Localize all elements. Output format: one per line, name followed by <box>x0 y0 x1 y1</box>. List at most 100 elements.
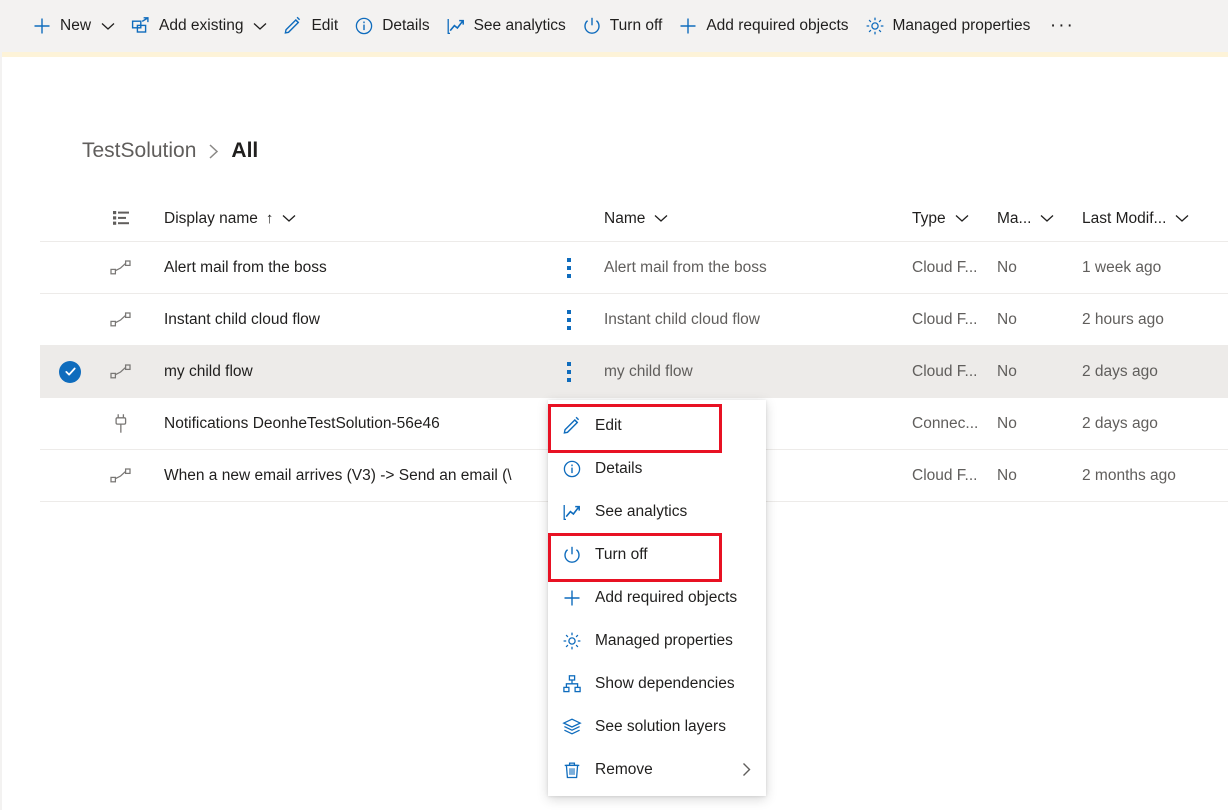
row-type-icon <box>100 413 142 435</box>
connection-reference-icon <box>112 413 130 435</box>
row-type: Cloud F... <box>912 311 997 329</box>
row-name: Alert mail from the boss <box>592 259 912 277</box>
cloud-flow-icon <box>110 467 132 485</box>
chevron-right-icon <box>207 143 220 160</box>
context-menu-item-label: Show dependencies <box>595 675 735 693</box>
context-menu-item-see-analytics[interactable]: See analytics <box>548 490 766 533</box>
row-last-modified: 2 months ago <box>1082 467 1228 485</box>
row-more-actions-button[interactable] <box>546 310 592 330</box>
info-icon <box>562 459 582 479</box>
row-display-name[interactable]: my child flow <box>142 363 546 381</box>
chevron-down-icon[interactable] <box>1040 214 1054 223</box>
check-icon <box>64 365 77 378</box>
column-header-name-label: Name <box>604 210 645 228</box>
info-icon <box>354 16 374 36</box>
column-header-managed-label: Ma... <box>997 210 1031 228</box>
command-details[interactable]: Details <box>346 6 437 46</box>
command-edit[interactable]: Edit <box>275 6 346 46</box>
info-icon <box>354 16 374 36</box>
chevron-down-icon[interactable] <box>282 214 296 223</box>
column-header-name[interactable]: Name <box>592 196 912 241</box>
power-icon <box>582 16 602 36</box>
context-menu-item-see-solution-layers[interactable]: See solution layers <box>548 705 766 748</box>
chevron-down-icon[interactable] <box>253 22 267 31</box>
breadcrumb-parent[interactable]: TestSolution <box>82 139 196 163</box>
context-menu-item-details[interactable]: Details <box>548 447 766 490</box>
context-menu-item-label: See analytics <box>595 503 687 521</box>
context-menu-item-label: Edit <box>595 417 622 435</box>
context-menu-item-edit[interactable]: Edit <box>548 404 766 447</box>
trash-icon <box>562 760 588 780</box>
context-menu-item-label: Managed properties <box>595 632 733 650</box>
cloud-flow-icon <box>110 311 132 329</box>
trash-icon <box>562 760 582 780</box>
row-display-name[interactable]: Notifications DeonheTestSolution-56e46 <box>142 415 546 433</box>
command-label: See analytics <box>474 17 566 35</box>
context-menu-item-label: Details <box>595 460 642 478</box>
column-header-display-name-label: Display name <box>164 210 258 228</box>
dependencies-icon <box>562 674 588 694</box>
command-label: Turn off <box>610 17 663 35</box>
table-row[interactable]: Alert mail from the boss Alert mail from … <box>40 242 1228 294</box>
more-vertical-icon[interactable] <box>567 362 571 382</box>
analytics-icon <box>446 16 466 36</box>
row-display-name[interactable]: Alert mail from the boss <box>142 259 546 277</box>
layers-icon <box>562 717 582 737</box>
row-managed: No <box>997 259 1082 277</box>
chevron-down-icon[interactable] <box>1175 214 1189 223</box>
context-menu-item-remove[interactable]: Remove <box>548 748 766 791</box>
table-header-row: Display name ↑ Name Type Ma... La <box>40 196 1228 242</box>
gear-icon <box>562 631 582 651</box>
chevron-down-icon[interactable] <box>101 22 115 31</box>
select-all-cell <box>40 196 100 241</box>
row-selected-check[interactable] <box>59 361 81 383</box>
column-options-button[interactable] <box>100 196 142 241</box>
breadcrumb: TestSolution All <box>82 132 258 170</box>
add-existing-icon <box>131 16 151 36</box>
plus-icon <box>562 588 588 608</box>
row-more-actions-button[interactable] <box>546 362 592 382</box>
row-display-name[interactable]: Instant child cloud flow <box>142 311 546 329</box>
row-display-name[interactable]: When a new email arrives (V3) -> Send an… <box>142 467 546 485</box>
power-icon <box>562 545 582 565</box>
chevron-down-icon[interactable] <box>654 214 668 223</box>
chevron-down-icon <box>101 22 115 31</box>
gear-icon <box>865 16 885 36</box>
info-icon <box>562 459 588 479</box>
column-header-managed[interactable]: Ma... <box>997 196 1082 241</box>
pencil-icon <box>283 16 303 36</box>
command-add-required-objects[interactable]: Add required objects <box>670 6 856 46</box>
command-overflow-button[interactable]: ··· <box>1044 8 1080 44</box>
context-menu-item-label: See solution layers <box>595 718 726 736</box>
chevron-right-small-icon[interactable] <box>741 762 752 777</box>
context-menu-item-managed-properties[interactable]: Managed properties <box>548 619 766 662</box>
context-menu-item-turn-off[interactable]: Turn off <box>548 533 766 576</box>
table-row[interactable]: Instant child cloud flowInstant child cl… <box>40 294 1228 346</box>
more-vertical-icon[interactable] <box>567 310 571 330</box>
command-managed-properties[interactable]: Managed properties <box>857 6 1039 46</box>
plus-icon <box>32 16 52 36</box>
command-see-analytics[interactable]: See analytics <box>438 6 574 46</box>
command-new[interactable]: New <box>24 6 123 46</box>
more-vertical-icon[interactable] <box>567 258 571 278</box>
chevron-down-icon[interactable] <box>955 214 969 223</box>
context-menu-item-show-dependencies[interactable]: Show dependencies <box>548 662 766 705</box>
command-label: Add required objects <box>706 17 848 35</box>
pencil-icon <box>283 16 303 36</box>
table-row[interactable]: my child flowmy child flowCloud F...No2 … <box>40 346 1228 398</box>
gear-icon <box>865 16 885 36</box>
power-icon <box>582 16 602 36</box>
row-managed: No <box>997 363 1082 381</box>
command-add-existing[interactable]: Add existing <box>123 6 275 46</box>
row-checkbox[interactable] <box>40 361 100 383</box>
chevron-right-small-icon <box>741 762 752 777</box>
column-header-last-modified[interactable]: Last Modif... <box>1082 196 1228 241</box>
sort-ascending-icon: ↑ <box>266 210 274 227</box>
column-header-type[interactable]: Type <box>912 196 997 241</box>
row-type-icon <box>100 259 142 277</box>
context-menu-item-add-required-objects[interactable]: Add required objects <box>548 576 766 619</box>
row-more-actions-button[interactable] <box>546 258 592 278</box>
gear-icon <box>562 631 588 651</box>
command-turn-off[interactable]: Turn off <box>574 6 671 46</box>
column-header-display-name[interactable]: Display name ↑ <box>142 196 546 241</box>
